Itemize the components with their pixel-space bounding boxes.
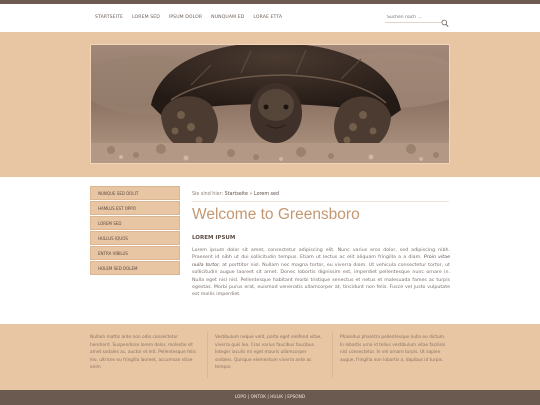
footer-column-1: Nullam mattis ante non odio consectetur … [90, 335, 196, 371]
sidebar-item-hamlus-est-oppo[interactable]: Hamlus est oppo [90, 201, 180, 215]
search-box [385, 13, 451, 28]
footer-divider [207, 332, 208, 378]
nav-item-lorae-etta[interactable]: Lorae etta [253, 15, 282, 20]
hero-tortoise-image [90, 44, 450, 164]
sidebar-item-holem-sed-dolem[interactable]: Holem sed dolem [90, 261, 180, 275]
footer-column-2: Vestibulum neque velit, porta eget eleif… [215, 335, 322, 371]
sidebar-item-hullus-iquos[interactable]: Hullus iquos [90, 231, 180, 245]
bottom-link-ontok[interactable]: Ontok [251, 395, 266, 400]
nav-item-lorem-sed[interactable]: Lorem sed [132, 15, 160, 20]
bottom-links: Lopo | Ontok | Hulik | Epsond [0, 390, 540, 405]
section-subhead: LOREM IPSUM [192, 235, 236, 241]
bottom-link-hulik[interactable]: Hulik [270, 395, 283, 400]
footer-divider [332, 332, 333, 378]
sidebar-item-entra-vibilus[interactable]: Entra vibilus [90, 246, 180, 260]
search-input[interactable] [385, 13, 441, 23]
bottom-link-epsond[interactable]: Epsond [287, 395, 305, 400]
bottom-separator: | [284, 395, 286, 400]
sidebar-item-lorem-sed[interactable]: Lorem sed [90, 216, 180, 230]
breadcrumb-prefix: Sie sind hier: [192, 192, 224, 197]
site-header: Startseite Lorem sed Ipsum dolor Nunquam… [0, 4, 540, 32]
page-title: Welcome to Greensboro [192, 206, 360, 223]
breadcrumb-home-link[interactable]: Startseite [225, 192, 248, 197]
divider [192, 201, 449, 202]
bottom-link-lopo[interactable]: Lopo [235, 395, 247, 400]
breadcrumb-separator: » [249, 192, 253, 197]
nav-item-nunquam-ed[interactable]: Nunquam ed [211, 15, 244, 20]
footer-column-3: Phasellus pharetra pellentesque nulla eu… [340, 335, 446, 363]
paragraph-start: Lorem ipsum dolor sit amet, consectetur … [192, 248, 450, 261]
breadcrumb: Sie sind hier: Startseite » Lorem sed [192, 192, 279, 197]
paragraph-end: at porttitor nisl. Nullam nec magna tort… [192, 262, 450, 298]
body-paragraph: Lorem ipsum dolor sit amet, consectetur … [192, 247, 450, 299]
bottom-separator: | [247, 395, 250, 400]
bottom-separator: | [267, 395, 269, 400]
main-navigation: Startseite Lorem sed Ipsum dolor Nunquam… [95, 15, 291, 20]
breadcrumb-current: Lorem sed [254, 192, 280, 197]
sidebar-item-nunque-sed-dolit[interactable]: Nunque sed dolit [90, 186, 180, 200]
nav-item-ipsum-dolor[interactable]: Ipsum dolor [169, 15, 202, 20]
sidebar-menu: Nunque sed dolit Hamlus est oppo Lorem s… [90, 186, 180, 276]
nav-item-startseite[interactable]: Startseite [95, 15, 123, 20]
search-icon[interactable] [441, 13, 449, 28]
